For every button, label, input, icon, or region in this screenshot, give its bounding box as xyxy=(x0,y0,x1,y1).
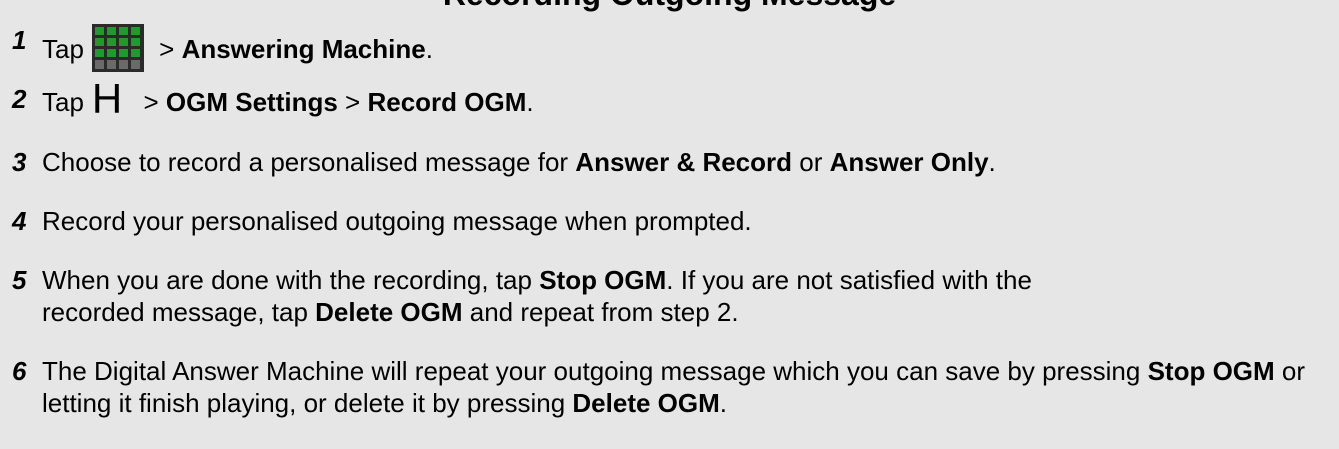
step-text: Record your personalised outgoing messag… xyxy=(42,206,752,236)
step-number: 6 xyxy=(12,356,27,386)
instruction-page: Recording Outgoing Message 1 Tap > Answe… xyxy=(0,0,1339,449)
step-number: 4 xyxy=(12,206,27,236)
step-text: Tap H > OGM Settings > Record OGM. xyxy=(42,75,534,122)
menu-h-icon: H xyxy=(91,75,123,122)
step-number: 3 xyxy=(12,147,27,177)
step-number: 2 xyxy=(12,84,27,114)
step-number: 1 xyxy=(12,25,27,55)
step-text: When you are done with the recording, ta… xyxy=(42,265,1032,327)
step-text: Tap > Answering Machine. xyxy=(42,24,1332,72)
step-number: 5 xyxy=(12,265,27,295)
step-text: The Digital Answer Machine will repeat y… xyxy=(42,356,1306,418)
step-text: Choose to record a personalised message … xyxy=(42,147,996,177)
section-heading: Recording Outgoing Message xyxy=(0,0,1339,12)
apps-grid-icon xyxy=(91,24,144,72)
